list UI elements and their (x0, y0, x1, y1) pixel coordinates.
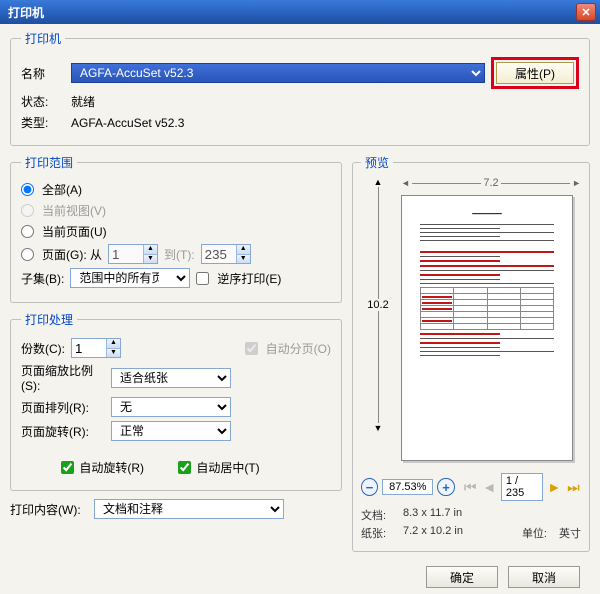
copies-input[interactable] (72, 339, 106, 357)
paper-size-value: 7.2 x 10.2 in (403, 525, 516, 541)
close-icon: ✕ (581, 6, 590, 19)
status-value: 就绪 (71, 93, 95, 110)
collate-checkbox (245, 342, 258, 355)
first-icon: ⏮ (464, 479, 477, 496)
titlebar: 打印机 ✕ (0, 0, 600, 24)
auto-center-label: 自动居中(T) (196, 461, 259, 475)
pages-from-spinner[interactable]: ▲▼ (108, 244, 158, 264)
radio-current-view (21, 204, 34, 217)
up-icon[interactable]: ▲ (236, 245, 250, 255)
down-icon[interactable]: ▼ (236, 255, 250, 264)
preview-area: ◄7.2► ▲10.2▼ ━━━━━━━ (361, 177, 581, 467)
window-title: 打印机 (8, 4, 44, 21)
paper-size-label: 纸张: (361, 525, 397, 541)
handling-legend: 打印处理 (21, 311, 77, 328)
preview-group: 预览 ◄7.2► ▲10.2▼ ━━━━━━━ (352, 154, 590, 552)
preview-table-icon (420, 287, 554, 330)
zoom-in-button[interactable]: + (437, 478, 454, 496)
preview-legend: 预览 (361, 154, 393, 171)
rotate-select[interactable]: 正常 (111, 421, 231, 441)
radio-pages-label: 页面(G): 从 (42, 246, 102, 263)
radio-current-view-label: 当前视图(V) (42, 202, 106, 219)
unit-label: 单位: (522, 525, 547, 541)
radio-all-label: 全部(A) (42, 181, 82, 198)
prev-page-button[interactable]: ◄ (482, 478, 497, 496)
print-content-label: 打印内容(W): (10, 501, 88, 518)
radio-all[interactable] (21, 183, 34, 196)
pages-to-label: 到(T): (164, 246, 195, 263)
auto-rotate-label: 自动旋转(R) (79, 461, 144, 475)
cancel-button[interactable]: 取消 (508, 566, 580, 588)
last-page-button[interactable]: ⏭ (566, 478, 581, 496)
dialog-footer: 确定 取消 (10, 560, 590, 588)
next-page-button[interactable]: ► (547, 478, 562, 496)
pages-from-input[interactable] (109, 245, 143, 263)
up-icon[interactable]: ▲ (106, 339, 120, 349)
radio-pages[interactable] (21, 248, 34, 261)
printer-legend: 打印机 (21, 30, 65, 47)
preview-height-dim: ▲10.2▼ (361, 177, 395, 433)
properties-button[interactable]: 属性(P) (496, 62, 574, 84)
name-label: 名称 (21, 65, 65, 82)
scale-label: 页面缩放比例(S): (21, 362, 105, 393)
next-icon: ► (547, 479, 561, 495)
layout-label: 页面排列(R): (21, 399, 105, 416)
rotate-label: 页面旋转(R): (21, 423, 105, 440)
doc-preview-icon: ━━━━━━━ (420, 210, 554, 218)
up-icon[interactable]: ▲ (143, 245, 157, 255)
radio-current-page[interactable] (21, 225, 34, 238)
copies-label: 份数(C): (21, 340, 65, 357)
last-icon: ⏭ (567, 479, 580, 496)
auto-center-checkbox[interactable] (178, 461, 191, 474)
printer-name-select[interactable]: AGFA-AccuSet v52.3 (71, 63, 485, 83)
pages-to-spinner[interactable]: ▲▼ (201, 244, 251, 264)
first-page-button[interactable]: ⏮ (463, 478, 478, 496)
layout-select[interactable]: 无 (111, 397, 231, 417)
type-value: AGFA-AccuSet v52.3 (71, 116, 184, 130)
subset-select[interactable]: 范围中的所有页 (70, 268, 190, 288)
collate-label: 自动分页(O) (266, 340, 331, 357)
reverse-checkbox[interactable] (196, 272, 209, 285)
reverse-label: 逆序打印(E) (217, 270, 281, 287)
dialog-body: 打印机 名称 AGFA-AccuSet v52.3 属性(P) 状态: 就绪 类… (0, 24, 600, 594)
unit-value: 英寸 (559, 525, 581, 541)
type-label: 类型: (21, 114, 65, 131)
ok-button[interactable]: 确定 (426, 566, 498, 588)
preview-page: ━━━━━━━ (401, 195, 573, 461)
radio-current-page-label: 当前页面(U) (42, 223, 107, 240)
scale-select[interactable]: 适合纸张 (111, 368, 231, 388)
print-content-select[interactable]: 文档和注释 (94, 499, 284, 519)
subset-label: 子集(B): (21, 270, 64, 287)
close-button[interactable]: ✕ (576, 3, 596, 21)
down-icon[interactable]: ▼ (143, 255, 157, 264)
pages-to-input[interactable] (202, 245, 236, 263)
page-indicator: 1 / 235 (501, 473, 543, 501)
print-range-group: 打印范围 全部(A) 当前视图(V) 当前页面(U) 页面(G): 从 (10, 154, 342, 303)
print-handling-group: 打印处理 份数(C): ▲▼ 自动分页(O) 页面缩放比例(S): 适合纸张 (10, 311, 342, 491)
prev-icon: ◄ (482, 479, 496, 495)
properties-highlight: 属性(P) (491, 57, 579, 89)
preview-info: 文档: 8.3 x 11.7 in 纸张: 7.2 x 10.2 in 单位: 英… (361, 507, 581, 541)
zoom-out-button[interactable]: − (361, 478, 378, 496)
copies-spinner[interactable]: ▲▼ (71, 338, 121, 358)
status-label: 状态: (21, 93, 65, 110)
auto-rotate-checkbox[interactable] (61, 461, 74, 474)
down-icon[interactable]: ▼ (106, 349, 120, 358)
preview-width-dim: ◄7.2► (401, 177, 581, 189)
preview-toolbar: − 87.53% + ⏮ ◄ 1 / 235 ► ⏭ (361, 473, 581, 501)
doc-size-label: 文档: (361, 507, 397, 523)
minus-icon: − (366, 480, 374, 495)
zoom-value: 87.53% (382, 479, 433, 495)
printer-group: 打印机 名称 AGFA-AccuSet v52.3 属性(P) 状态: 就绪 类… (10, 30, 590, 146)
plus-icon: + (442, 480, 450, 495)
range-legend: 打印范围 (21, 154, 77, 171)
doc-size-value: 8.3 x 11.7 in (403, 507, 462, 523)
